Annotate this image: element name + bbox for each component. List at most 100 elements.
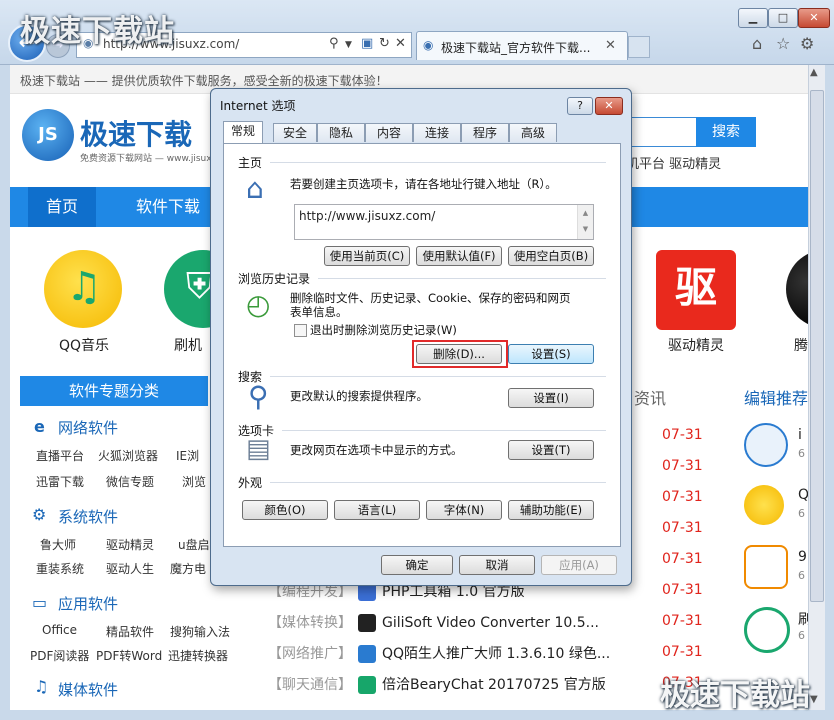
- category-title[interactable]: 系统软件: [58, 506, 118, 527]
- side-title[interactable]: Q: [798, 487, 808, 503]
- editor-picks-header[interactable]: 编辑推荐: [744, 385, 808, 409]
- close-icon[interactable]: ✕: [798, 8, 830, 28]
- nav-home[interactable]: 首页: [28, 187, 97, 227]
- category-link[interactable]: PDF转Word: [96, 647, 162, 664]
- maximize-icon[interactable]: □: [768, 8, 798, 28]
- tabs-settings-button[interactable]: 设置(T): [508, 440, 594, 460]
- favorites-star-icon[interactable]: ☆: [776, 34, 790, 53]
- tab-general[interactable]: 常规: [223, 121, 263, 143]
- category-link[interactable]: 火狐浏览器: [98, 447, 158, 464]
- history-settings-button[interactable]: 设置(S): [508, 344, 594, 364]
- accessibility-button[interactable]: 辅助功能(E): [508, 500, 594, 520]
- scroll-up-icon[interactable]: ▲: [810, 67, 818, 78]
- news-title[interactable]: GiliSoft Video Converter 10.5...: [382, 615, 599, 631]
- homepage-url-text[interactable]: http://www.jisuxz.com/: [299, 209, 435, 223]
- category-link[interactable]: 驱动人生: [106, 560, 154, 577]
- category-link[interactable]: 浏览: [182, 473, 206, 490]
- driver-genius-icon[interactable]: 驱: [656, 250, 736, 330]
- category-title[interactable]: 应用软件: [58, 593, 118, 614]
- news-title[interactable]: PHP工具箱 1.0 官方版: [382, 584, 525, 600]
- delete-on-exit-checkbox[interactable]: [294, 324, 307, 337]
- side-sub: 6: [798, 507, 805, 520]
- site-logo-icon[interactable]: JS: [22, 109, 74, 161]
- stop-icon[interactable]: ✕: [395, 36, 406, 51]
- dropdown-icon[interactable]: ▼: [345, 40, 352, 50]
- category-link[interactable]: IE浏: [176, 447, 199, 464]
- search-icon[interactable]: ⚲: [329, 36, 339, 51]
- category-link[interactable]: 驱动精灵: [106, 536, 154, 553]
- category-link[interactable]: 搜狗输入法: [170, 623, 230, 640]
- use-default-button[interactable]: 使用默认值(F): [416, 246, 502, 266]
- category-link[interactable]: 直播平台: [36, 447, 84, 464]
- side-title[interactable]: 刷: [798, 609, 808, 629]
- tab-programs[interactable]: 程序: [461, 123, 509, 142]
- help-button[interactable]: ?: [567, 97, 593, 115]
- category-link[interactable]: 迅雷下载: [36, 473, 84, 490]
- qq-music-icon[interactable]: [744, 485, 784, 525]
- site-search-button[interactable]: 搜索: [696, 117, 756, 147]
- side-title[interactable]: 9: [798, 549, 807, 565]
- new-tab-button[interactable]: [628, 36, 650, 58]
- tab-security[interactable]: 安全: [273, 123, 317, 142]
- search-settings-button[interactable]: 设置(I): [508, 388, 594, 408]
- gear-icon: ⚙: [32, 505, 47, 524]
- weibo-icon[interactable]: [744, 423, 788, 467]
- category-title[interactable]: 网络软件: [58, 417, 118, 438]
- apply-button[interactable]: 应用(A): [541, 555, 617, 575]
- languages-button[interactable]: 语言(L): [334, 500, 420, 520]
- site-logo-text[interactable]: 极速下载: [80, 113, 192, 153]
- app-name[interactable]: QQ音乐: [46, 335, 122, 355]
- qq-penguin-icon[interactable]: [786, 250, 808, 328]
- category-link[interactable]: 鲁大师: [40, 536, 76, 553]
- news-row[interactable]: 【网络推广】 QQ陌生人推广大师 1.3.6.10 绿色...: [268, 643, 610, 663]
- tab-advanced[interactable]: 高级: [509, 123, 557, 142]
- scrollbar-thumb[interactable]: [810, 90, 824, 602]
- colors-button[interactable]: 颜色(O): [242, 500, 328, 520]
- tab-content[interactable]: 内容: [365, 123, 413, 142]
- news-category: 【媒体转换】: [268, 615, 352, 631]
- fonts-button[interactable]: 字体(N): [426, 500, 502, 520]
- category-link[interactable]: 迅捷转换器: [168, 647, 228, 664]
- tab-privacy[interactable]: 隐私: [317, 123, 365, 142]
- category-link[interactable]: Office: [42, 623, 77, 637]
- app-name[interactable]: 刷机: [174, 335, 202, 355]
- app-name[interactable]: 驱动精灵: [656, 335, 736, 355]
- gear-icon[interactable]: ⚙: [800, 34, 814, 53]
- home-icon[interactable]: ⌂: [752, 34, 762, 53]
- news-header[interactable]: 资讯: [634, 385, 666, 409]
- category-link[interactable]: 魔方电: [170, 560, 206, 577]
- category-link[interactable]: u盘启: [178, 536, 210, 553]
- news-title[interactable]: 倍洽BearyChat 20170725 官方版: [382, 677, 606, 693]
- scroll-down-icon[interactable]: ▼: [810, 694, 818, 705]
- news-date: 07-31: [662, 489, 703, 505]
- nav-software[interactable]: 软件下载: [118, 187, 218, 227]
- use-blank-button[interactable]: 使用空白页(B): [508, 246, 594, 266]
- news-title[interactable]: QQ陌生人推广大师 1.3.6.10 绿色...: [382, 646, 610, 662]
- dialog-close-button[interactable]: ✕: [595, 97, 623, 115]
- qq-music-icon[interactable]: ♫: [44, 250, 122, 328]
- minimize-icon[interactable]: ▁: [738, 8, 768, 28]
- news-row[interactable]: 【聊天通信】 倍洽BearyChat 20170725 官方版: [268, 674, 606, 694]
- category-link[interactable]: 重装系统: [36, 560, 84, 577]
- app-name[interactable]: 腾: [794, 335, 808, 355]
- hot-links[interactable]: 机平台 驱动精灵: [626, 153, 721, 172]
- url-field-scrollbar[interactable]: ▲ ▼: [577, 205, 593, 239]
- side-title[interactable]: i: [798, 427, 802, 443]
- category-link[interactable]: 微信专题: [106, 473, 154, 490]
- cancel-button[interactable]: 取消: [459, 555, 535, 575]
- tab-connections[interactable]: 连接: [413, 123, 461, 142]
- news-row[interactable]: 【媒体转换】 GiliSoft Video Converter 10.5...: [268, 612, 599, 632]
- category-title[interactable]: 媒体软件: [58, 679, 118, 700]
- homepage-url-field[interactable]: http://www.jisuxz.com/ ▲ ▼: [294, 204, 594, 240]
- delete-on-exit-label[interactable]: 退出时删除浏览历史记录(W): [310, 322, 457, 338]
- category-link[interactable]: PDF阅读器: [30, 647, 89, 664]
- tab-close-icon[interactable]: ✕: [605, 38, 616, 53]
- shield-icon[interactable]: [744, 607, 790, 653]
- compat-icon[interactable]: ▣: [361, 36, 373, 51]
- refresh-icon[interactable]: ↻: [379, 36, 390, 51]
- use-current-button[interactable]: 使用当前页(C): [324, 246, 410, 266]
- ok-button[interactable]: 确定: [381, 555, 453, 575]
- browser-tab[interactable]: ◉ 极速下载站_官方软件下载... ✕: [416, 31, 628, 60]
- category-link[interactable]: 精品软件: [106, 623, 154, 640]
- app-icon[interactable]: [744, 545, 788, 589]
